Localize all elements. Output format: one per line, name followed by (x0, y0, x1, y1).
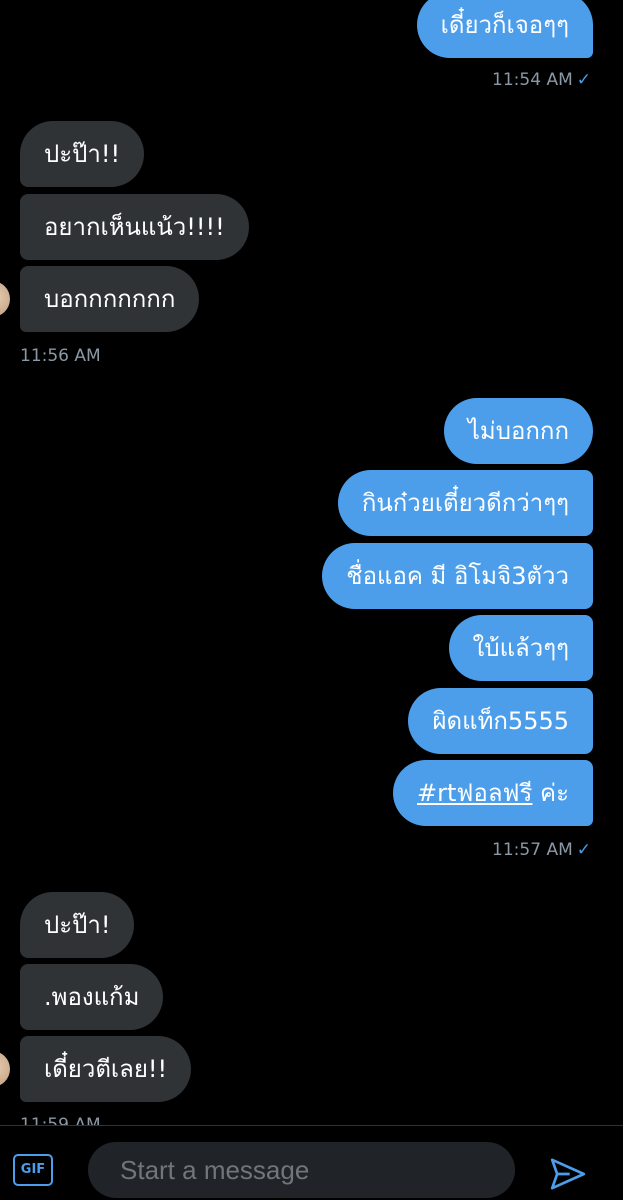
received-message[interactable]: ปะป๊า! (20, 892, 135, 958)
sent-message[interactable]: ใบ้แล้วๆๆ (448, 615, 593, 681)
avatar[interactable] (0, 1051, 10, 1087)
message-timestamp: 11:56 AM (20, 346, 101, 366)
message-composer: GIF (0, 1125, 623, 1200)
received-message[interactable]: บอกกกกกกก (20, 266, 200, 332)
received-message[interactable]: ปะป๊า!! (20, 121, 145, 187)
send-button[interactable] (545, 1151, 591, 1197)
message-timestamp: 11:54 AM ✓ (492, 70, 591, 90)
message-input[interactable] (88, 1142, 515, 1198)
message-text: ใบ้แล้วๆๆ (472, 634, 569, 662)
message-text: ไม่บอกกก (467, 417, 569, 445)
received-message[interactable]: อยากเห็นแน้ว!!!! (20, 194, 249, 260)
received-message[interactable]: เดี๋ยวตีเลย!! (20, 1036, 192, 1102)
message-text: เดี๋ยวก็เจอๆๆ (440, 11, 569, 39)
sent-message[interactable]: ชื่อแอค มี อิโมจิ3ตัวว (322, 543, 593, 609)
avatar[interactable] (0, 281, 10, 317)
gif-button[interactable]: GIF (13, 1154, 53, 1186)
check-icon: ✓ (576, 70, 591, 90)
message-text: บอกกกกกกก (44, 285, 176, 313)
sent-message[interactable]: เดี๋ยวก็เจอๆๆ (416, 0, 593, 58)
received-message[interactable]: .พองแก้ม (20, 964, 164, 1030)
message-text: ปะป๊า! (44, 911, 111, 939)
send-icon (550, 1158, 586, 1190)
hashtag-link[interactable]: #rtฟอลฟรี (417, 779, 532, 807)
message-timestamp: 11:57 AM ✓ (492, 840, 591, 860)
message-text: ปะป๊า!! (44, 140, 121, 168)
message-timestamp: 11:59 AM (20, 1115, 101, 1125)
message-text: ผิดแท็ก5555 (432, 707, 569, 735)
sent-message[interactable]: #rtฟอลฟรี ค่ะ (393, 760, 593, 826)
message-text: อยากเห็นแน้ว!!!! (44, 213, 225, 241)
message-thread[interactable]: เดี๋ยวก็เจอๆๆ 11:54 AM ✓ ปะป๊า!! อยากเห็น… (0, 0, 623, 1125)
sent-message[interactable]: ผิดแท็ก5555 (408, 688, 593, 754)
sent-message[interactable]: ไม่บอกกก (443, 398, 593, 464)
message-text: ค่ะ (532, 779, 569, 807)
check-icon: ✓ (576, 840, 591, 860)
message-text: เดี๋ยวตีเลย!! (44, 1055, 168, 1083)
sent-message[interactable]: กินก๋วยเตี๋ยวดีกว่าๆๆ (337, 470, 593, 536)
message-text: .พองแก้ม (44, 983, 140, 1011)
message-text: ชื่อแอค มี อิโมจิ3ตัวว (346, 562, 569, 590)
gif-label: GIF (20, 1162, 46, 1177)
message-text: กินก๋วยเตี๋ยวดีกว่าๆๆ (361, 489, 569, 517)
